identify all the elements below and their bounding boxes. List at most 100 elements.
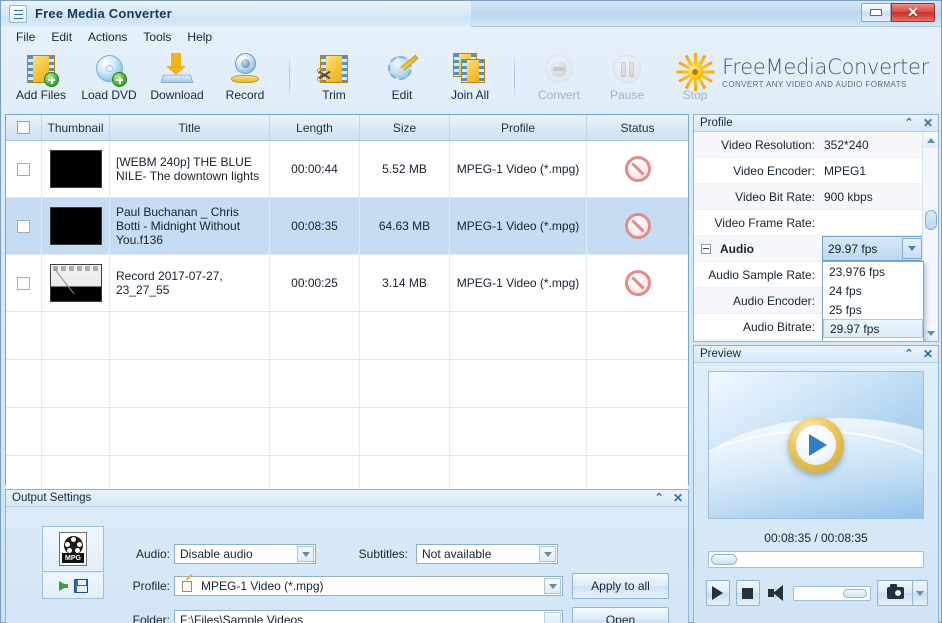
preview-title-bar: Preview ⌃ ✕ [694,346,938,363]
column-header-size[interactable]: Size [360,115,450,140]
row-select-cell[interactable] [6,141,42,197]
output-settings-body: MPG Audio: Disable audio Subtitles: Not … [6,507,688,623]
browse-folder-icon[interactable] [544,612,561,623]
toolbar-add-files[interactable]: Add Files [7,49,75,102]
toolbar-download[interactable]: Download [143,49,211,102]
row-size: 64.63 MB [360,198,450,254]
menu-edit[interactable]: Edit [44,28,79,46]
dropdown-option[interactable]: 24 fps [823,281,923,300]
output-settings-panel: Output Settings ⌃ ✕ MPG Audio: Disable a… [5,489,689,623]
menu-file[interactable]: File [9,28,42,46]
save-output-button[interactable] [42,573,104,599]
table-row-empty[interactable] [6,312,688,360]
column-header-select-all[interactable] [6,115,42,140]
apply-to-all-button[interactable]: Apply to all [572,573,669,599]
collapse-icon[interactable]: ⌃ [903,116,915,129]
select-all-checkbox[interactable] [17,121,30,134]
video-frame-rate-select[interactable]: 29.97 fps [822,236,924,261]
volume-slider-handle[interactable] [842,588,867,598]
toolbar-trim[interactable]: Trim [300,49,368,102]
folder-input[interactable]: F:\Files\Sample Videos [174,610,563,623]
speaker-icon[interactable] [767,585,785,601]
close-icon[interactable]: ✕ [922,347,934,361]
toolbar-record-label: Record [225,88,265,102]
menu-help[interactable]: Help [180,28,219,46]
toolbar-load-dvd[interactable]: Load DVD [75,49,143,102]
profile-title-bar: Profile ⌃ ✕ [694,115,938,132]
chevron-down-icon[interactable] [902,238,922,259]
table-row-empty[interactable] [6,360,688,408]
row-checkbox[interactable] [17,276,30,290]
menu-actions[interactable]: Actions [81,28,134,46]
seek-slider-handle[interactable] [711,554,737,565]
system-menu-icon[interactable] [9,5,27,23]
open-button[interactable]: Open [572,607,669,623]
row-select-cell[interactable] [6,255,42,311]
seek-slider[interactable] [708,551,924,568]
collapse-icon[interactable]: ⌃ [903,347,915,360]
play-icon [712,586,724,600]
collapse-group-icon[interactable] [701,243,711,254]
minimize-button[interactable] [861,3,891,22]
snapshot-menu-button[interactable] [913,580,928,606]
profile-row-video-resolution[interactable]: Video Resolution: 352*240 [694,132,938,158]
table-row[interactable]: Paul Buchanan _ Chris Botti - Midnight W… [6,198,688,255]
subtitles-select[interactable]: Not available [416,544,558,564]
profile-value: MPEG1 [824,163,867,178]
column-header-title[interactable]: Title [110,115,270,140]
close-button[interactable]: ✕ [891,3,935,22]
toolbar-record[interactable]: Record [211,49,279,102]
column-header-thumbnail[interactable]: Thumbnail [42,115,110,140]
collapse-icon[interactable]: ⌃ [653,491,665,504]
table-row[interactable]: Record 2017-07-27, 23_27_55 00:00:25 3.1… [6,255,688,312]
folder-input-value: F:\Files\Sample Videos [180,613,304,623]
video-frame-rate-dropdown[interactable]: 23.976 fps 24 fps 25 fps 29.97 fps 30 fp… [822,261,924,341]
row-length: 00:00:25 [270,255,360,311]
profile-panel: Profile ⌃ ✕ Video Resolution: 352*240 Vi… [693,114,939,342]
profile-row-video-encoder[interactable]: Video Encoder: MPEG1 [694,158,938,184]
dropdown-option[interactable]: 30 fps [823,338,923,342]
scroll-up-icon[interactable] [923,132,938,148]
chevron-down-icon[interactable] [544,578,561,594]
menu-bar: File Edit Actions Tools Help [1,27,941,47]
dropdown-option-selected[interactable]: 29.97 fps [823,319,923,338]
scroll-down-icon[interactable] [923,325,938,341]
profile-row-video-bit-rate[interactable]: Video Bit Rate: 900 kbps [694,184,938,210]
volume-slider[interactable] [792,585,871,601]
profile-scrollbar[interactable] [922,132,938,341]
toolbar-edit[interactable]: Edit [368,49,436,102]
menu-tools[interactable]: Tools [136,28,178,46]
row-checkbox[interactable] [17,219,30,233]
toolbar-pause[interactable]: Pause [593,49,661,102]
play-circle-icon[interactable] [788,417,844,473]
blocked-icon [624,156,651,182]
brand-tagline: CONVERT ANY VIDEO AND AUDIO FORMATS [722,80,907,89]
column-header-profile[interactable]: Profile [450,115,587,140]
snapshot-button[interactable] [877,580,913,606]
column-header-status[interactable]: Status [587,115,688,140]
profile-select[interactable]: MPEG-1 Video (*.mpg) [174,573,563,596]
profile-row-video-frame-rate[interactable]: Video Frame Rate: [694,210,938,236]
output-format-icon: MPG [42,526,104,572]
row-length: 00:08:35 [270,198,360,254]
stop-icon [742,587,754,599]
scrollbar-thumb[interactable] [925,210,937,230]
play-button[interactable] [706,580,730,606]
dropdown-option[interactable]: 23.976 fps [823,262,923,281]
close-icon[interactable]: ✕ [922,116,934,130]
row-checkbox[interactable] [17,162,30,176]
table-row-empty[interactable] [6,408,688,456]
stop-button[interactable] [735,580,760,606]
toolbar-convert[interactable]: Convert [525,49,593,102]
video-preview-area[interactable] [708,371,924,519]
close-icon[interactable]: ✕ [672,491,684,505]
column-header-length[interactable]: Length [270,115,360,140]
close-icon: ✕ [907,4,919,20]
dropdown-option[interactable]: 25 fps [823,300,923,319]
row-select-cell[interactable] [6,198,42,254]
chevron-down-icon[interactable] [539,546,556,562]
row-size: 3.14 MB [360,255,450,311]
file-list-panel: Thumbnail Title Length Size Profile Stat… [5,114,689,504]
table-row[interactable]: [WEBM 240p] THE BLUE NILE- The downtown … [6,141,688,198]
toolbar-join-all[interactable]: Join All [436,49,504,102]
